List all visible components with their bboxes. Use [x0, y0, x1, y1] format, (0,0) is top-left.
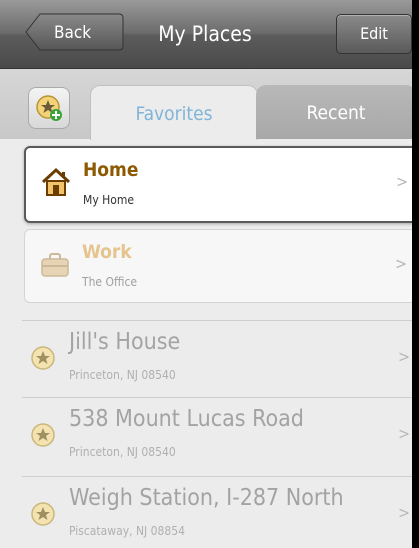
- list-item-title: 538 Mount Lucas Road: [69, 406, 304, 432]
- screen-edge: [412, 0, 419, 548]
- page-title: My Places: [158, 22, 252, 46]
- tabs-area: Favorites Recent: [0, 69, 412, 140]
- favorite-title: Work: [82, 241, 132, 263]
- add-star-icon: [36, 95, 62, 121]
- favorite-title: Home: [83, 159, 139, 181]
- chevron-right-icon: >: [398, 347, 411, 366]
- back-button[interactable]: Back: [24, 13, 124, 51]
- chevron-right-icon: >: [395, 254, 408, 273]
- back-button-label: Back: [54, 23, 92, 43]
- edit-button[interactable]: Edit: [336, 14, 412, 54]
- my-places-screen: Back My Places Edit Favorites Recent Hom…: [0, 0, 412, 548]
- navigation-bar: Back My Places Edit: [0, 0, 412, 69]
- favorite-subtitle: My Home: [83, 193, 135, 207]
- list-item-title: Jill's House: [69, 329, 181, 355]
- tab-favorites[interactable]: Favorites: [90, 85, 258, 140]
- house-icon: [41, 167, 71, 196]
- chevron-right-icon: >: [398, 424, 411, 443]
- chevron-right-icon: >: [398, 503, 411, 522]
- favorite-item-home[interactable]: Home My Home >: [24, 146, 412, 223]
- list-item-title: Weigh Station, I-287 North: [69, 485, 344, 511]
- list-item-subtitle: Piscataway, NJ 08854: [69, 524, 185, 538]
- add-favorite-button[interactable]: [28, 87, 70, 129]
- list-item[interactable]: Weigh Station, I-287 North Piscataway, N…: [22, 476, 412, 548]
- list-item-subtitle: Princeton, NJ 08540: [69, 445, 176, 459]
- star-icon: [31, 346, 55, 370]
- list-item[interactable]: 538 Mount Lucas Road Princeton, NJ 08540…: [22, 397, 412, 473]
- list-item[interactable]: Jill's House Princeton, NJ 08540 >: [22, 320, 412, 396]
- star-icon: [31, 423, 55, 447]
- briefcase-icon: [41, 253, 69, 277]
- favorite-item-work[interactable]: Work The Office >: [24, 229, 412, 303]
- favorite-subtitle: The Office: [82, 275, 138, 289]
- star-icon: [31, 502, 55, 526]
- list-item-subtitle: Princeton, NJ 08540: [69, 368, 176, 382]
- chevron-right-icon: >: [396, 172, 409, 191]
- tab-recent[interactable]: Recent: [256, 85, 412, 139]
